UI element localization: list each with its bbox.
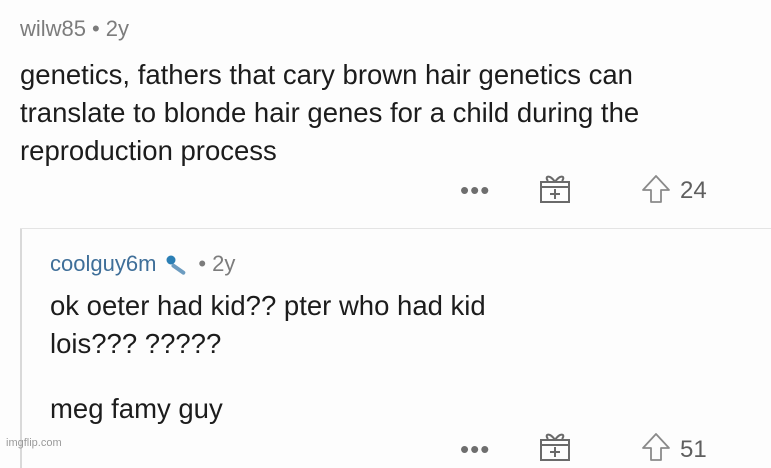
reply-more-options-button[interactable]: ••• xyxy=(460,434,490,465)
comment-meta: wilw85 • 2y xyxy=(20,16,129,42)
reply-body-last: meg famy guy xyxy=(50,390,223,428)
gift-award-icon[interactable] xyxy=(538,430,572,462)
reply-line: lois??? ????? xyxy=(50,328,222,359)
comment-age: 2y xyxy=(105,16,129,41)
comment-line: reproduction process xyxy=(20,135,277,166)
upvote-arrow-icon[interactable] xyxy=(640,431,672,463)
reply-line: meg famy guy xyxy=(50,393,223,424)
reply-vote-score: 51 xyxy=(680,436,707,463)
more-options-button[interactable]: ••• xyxy=(460,175,490,206)
reply-age: 2y xyxy=(212,251,236,276)
comment-username[interactable]: wilw85 xyxy=(20,16,86,41)
reply-body: ok oeter had kid?? pter who had kid lois… xyxy=(50,287,486,363)
microphone-icon xyxy=(166,255,186,275)
comment-line: translate to blonde hair genes for a chi… xyxy=(20,97,640,128)
watermark: imgflip.com xyxy=(6,437,62,449)
thread-line[interactable] xyxy=(20,228,22,468)
divider xyxy=(20,228,771,229)
meta-separator: • xyxy=(92,16,100,41)
comment-line: genetics, fathers that cary brown hair g… xyxy=(20,59,633,90)
vote-score: 24 xyxy=(680,177,707,204)
upvote-arrow-icon[interactable] xyxy=(640,173,672,205)
comment-body: genetics, fathers that cary brown hair g… xyxy=(20,56,639,170)
reply-meta: coolguy6m • 2y xyxy=(50,251,235,277)
gift-award-icon[interactable] xyxy=(538,172,572,204)
reply-line: ok oeter had kid?? pter who had kid xyxy=(50,290,486,321)
reply-username[interactable]: coolguy6m xyxy=(50,251,156,276)
meta-separator: • xyxy=(198,251,207,276)
